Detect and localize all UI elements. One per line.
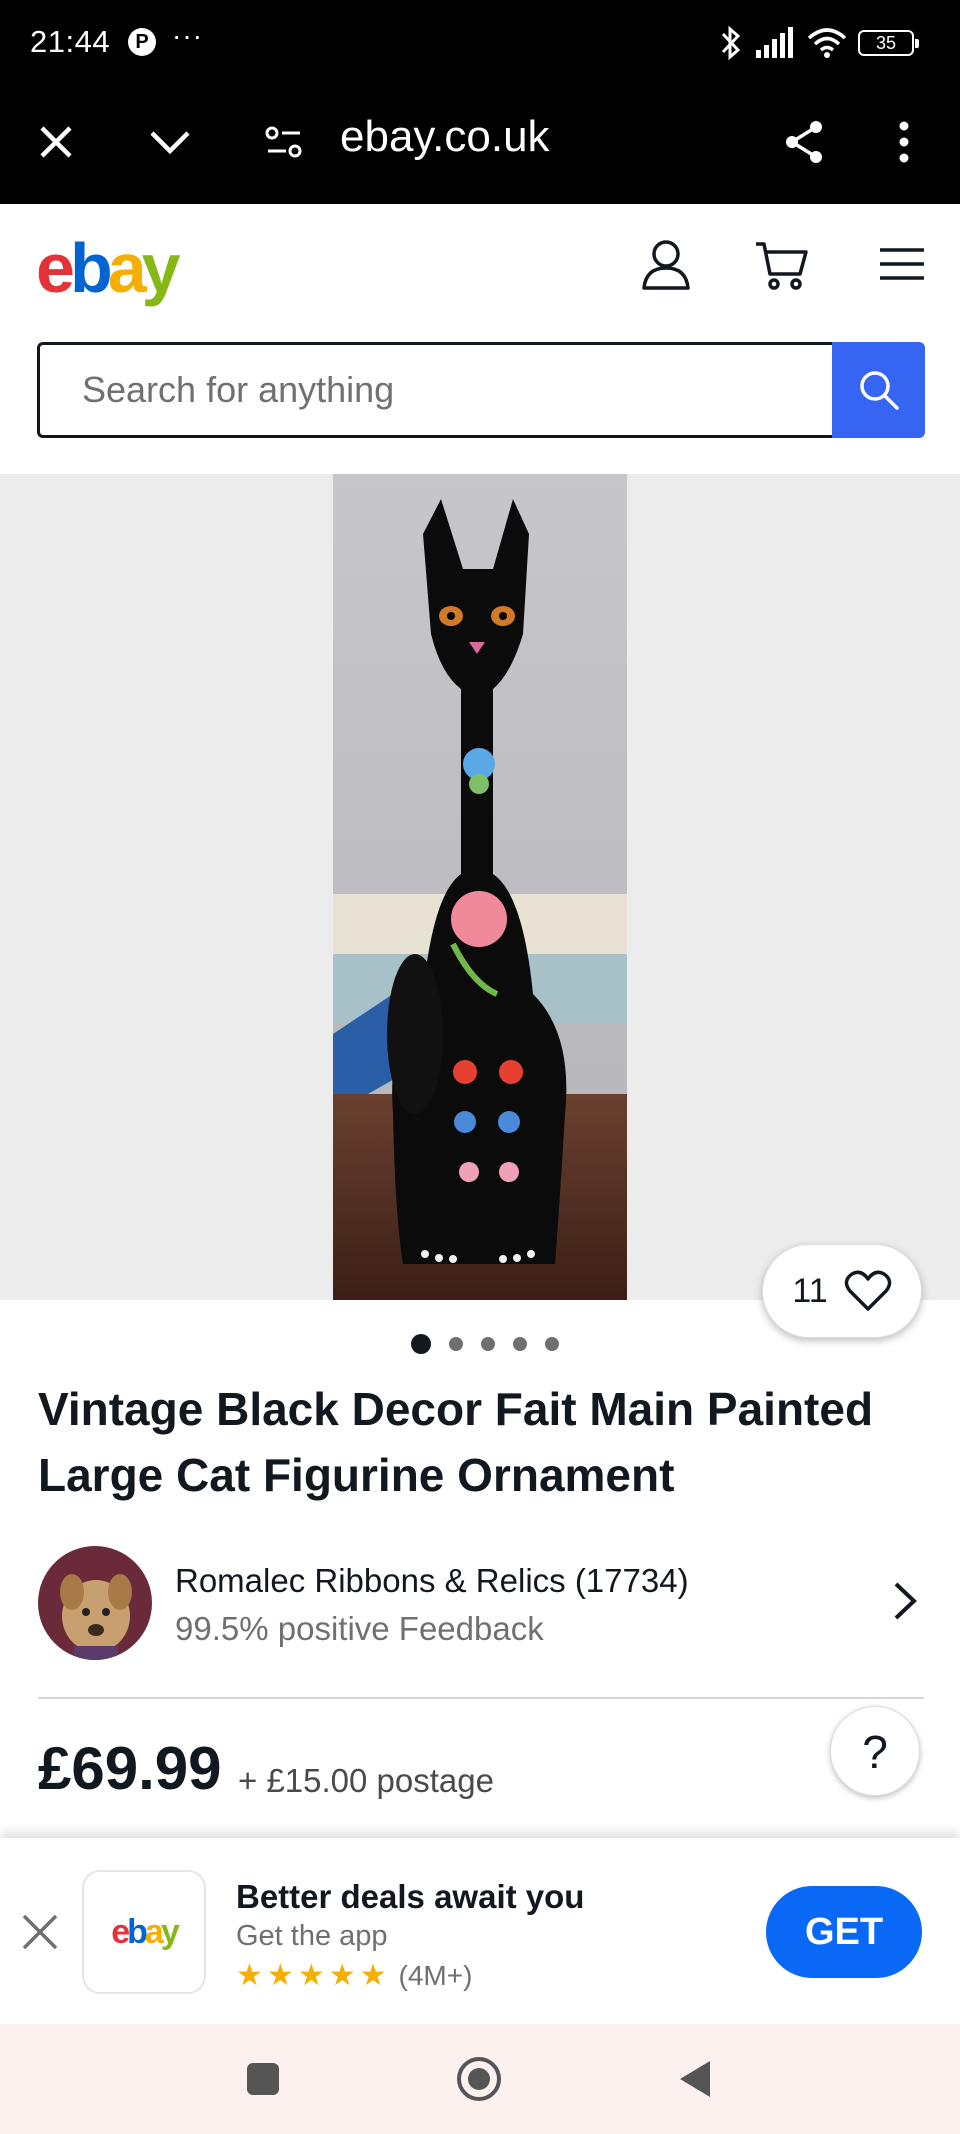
carousel-dot[interactable] bbox=[481, 1337, 495, 1351]
app-rating: ★ ★ ★ ★ ★ (4M+) bbox=[236, 1960, 472, 1992]
more-notifications-icon: ··· bbox=[172, 20, 203, 51]
image-gallery[interactable] bbox=[0, 474, 960, 1300]
seller-avatar bbox=[38, 1546, 152, 1660]
close-icon[interactable] bbox=[18, 1910, 62, 1954]
heart-icon bbox=[844, 1270, 891, 1311]
banner-subtitle: Get the app bbox=[236, 1920, 388, 1952]
get-app-button[interactable]: GET bbox=[766, 1886, 922, 1978]
pinterest-icon: P bbox=[128, 28, 156, 56]
postage-cost: + £15.00 postage bbox=[238, 1762, 494, 1799]
overflow-menu-icon[interactable] bbox=[872, 110, 936, 174]
star-icon: ★ bbox=[297, 1959, 325, 1992]
bluetooth-icon bbox=[721, 25, 741, 61]
status-time: 21:44 bbox=[30, 24, 111, 59]
site-settings-icon[interactable] bbox=[252, 110, 316, 174]
divider bbox=[38, 1697, 924, 1699]
status-bar: 21:44 P ··· 35 bbox=[0, 0, 960, 86]
seller-feedback: 99.5% positive Feedback bbox=[175, 1610, 544, 1647]
product-photo[interactable] bbox=[333, 474, 627, 1300]
star-icon: ★ bbox=[266, 1959, 294, 1992]
help-button[interactable]: ? bbox=[830, 1706, 920, 1796]
star-icon: ★ bbox=[328, 1959, 356, 1992]
browser-toolbar: ebay.co.uk bbox=[0, 86, 960, 204]
ebay-logo[interactable]: ebay bbox=[36, 228, 181, 308]
share-icon[interactable] bbox=[772, 110, 836, 174]
carousel-dot[interactable] bbox=[411, 1334, 431, 1354]
watch-count: 11 bbox=[792, 1271, 828, 1310]
ebay-app-icon: ebay bbox=[82, 1870, 206, 1994]
chevron-right-icon[interactable] bbox=[884, 1576, 924, 1626]
item-title: Vintage Black Decor Fait Main Painted La… bbox=[38, 1383, 874, 1501]
search-input[interactable] bbox=[37, 342, 833, 438]
back-icon[interactable] bbox=[670, 2054, 720, 2104]
search-icon bbox=[859, 371, 899, 410]
download-count: (4M+) bbox=[398, 1960, 473, 1991]
star-icon: ★ bbox=[359, 1959, 387, 1992]
item-price: £69.99 bbox=[38, 1735, 222, 1802]
home-icon[interactable] bbox=[454, 2054, 504, 2104]
url-bar[interactable]: ebay.co.uk bbox=[340, 112, 550, 162]
signal-icon bbox=[756, 27, 793, 58]
system-navigation-bar bbox=[0, 2024, 960, 2134]
carousel-dot[interactable] bbox=[449, 1337, 463, 1351]
battery-icon: 35 bbox=[858, 30, 919, 56]
close-tab-icon[interactable] bbox=[24, 110, 88, 174]
recent-apps-icon[interactable] bbox=[238, 2054, 288, 2104]
carousel-dot[interactable] bbox=[513, 1337, 527, 1351]
carousel-dot[interactable] bbox=[545, 1337, 559, 1351]
star-icon: ★ bbox=[236, 1959, 263, 1992]
carousel-indicator bbox=[0, 1334, 960, 1354]
search-button[interactable] bbox=[832, 342, 925, 438]
chevron-down-icon[interactable] bbox=[138, 110, 202, 174]
app-install-banner: ebay Better deals await you Get the app … bbox=[0, 1838, 960, 2024]
hamburger-menu-icon[interactable] bbox=[872, 234, 932, 294]
banner-title: Better deals await you bbox=[236, 1878, 585, 1915]
seller-name[interactable]: Romalec Ribbons & Relics (17734) bbox=[175, 1562, 689, 1600]
watch-button[interactable]: 11 bbox=[762, 1244, 922, 1338]
wifi-icon bbox=[807, 28, 847, 58]
site-header: ebay bbox=[0, 204, 960, 474]
account-icon[interactable] bbox=[636, 234, 696, 294]
seller-info[interactable]: Romalec Ribbons & Relics (17734) 99.5% p… bbox=[0, 1546, 960, 1662]
cart-icon[interactable] bbox=[752, 234, 812, 294]
